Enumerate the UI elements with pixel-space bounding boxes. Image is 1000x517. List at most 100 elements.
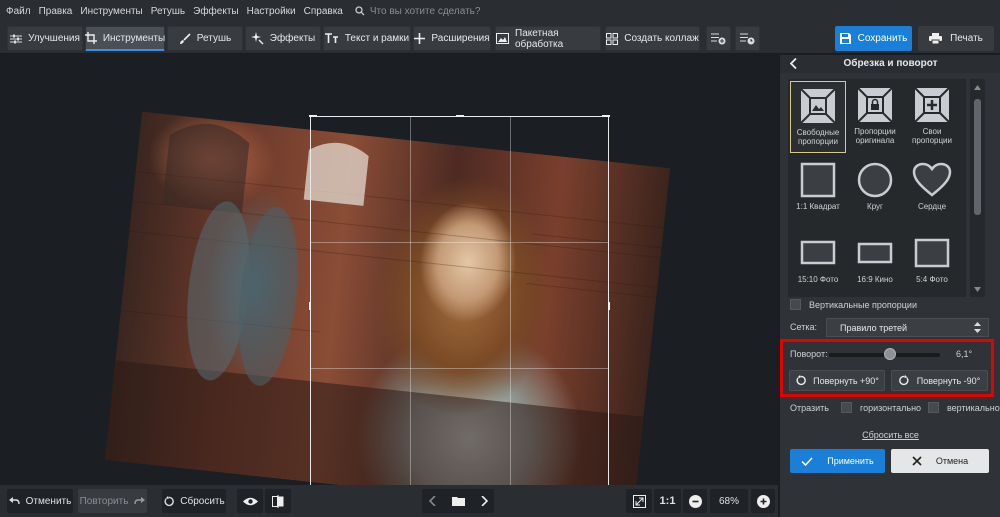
grid-select[interactable]: Правило третей [826, 318, 989, 337]
cancel-label: Отмена [935, 456, 969, 466]
rotate-minus-label: Повернуть -90° [916, 375, 981, 386]
crop-handle-left[interactable] [309, 302, 311, 310]
compare-icon [272, 494, 284, 508]
preset-label: Пропорции оригинала [854, 127, 896, 145]
flip-vertical-checkbox[interactable] [928, 402, 939, 413]
flip-horizontal-row: горизонтально [841, 402, 921, 413]
menu-settings[interactable]: Настройки [247, 6, 296, 17]
back-arrow-icon[interactable] [790, 58, 797, 69]
scroll-thumb[interactable] [974, 99, 981, 215]
scroll-down-icon[interactable] [970, 283, 985, 295]
crop-handle-tr[interactable] [602, 115, 610, 117]
bottom-bar: Отменить Повторить Сбросить 1:1 68% [0, 485, 778, 517]
presets-history-button[interactable] [735, 26, 760, 51]
apply-button[interactable]: Применить [790, 449, 885, 473]
flip-vertical-row: вертикально [928, 402, 1000, 413]
printer-icon [929, 33, 943, 44]
image-canvas[interactable] [0, 55, 778, 485]
save-button[interactable]: Сохранить [835, 26, 912, 51]
free-crop-icon [800, 88, 836, 124]
menu-file[interactable]: Файл [6, 6, 31, 17]
preset-label: 15:10 Фото [797, 275, 839, 284]
preset-16-9[interactable]: 16:9 Кино [847, 229, 903, 297]
crop-handle-top[interactable] [456, 115, 464, 117]
check-icon [801, 456, 813, 466]
menu-help[interactable]: Справка [304, 6, 343, 17]
zoom-level: 68% [710, 489, 748, 513]
brush-icon [179, 32, 191, 44]
undo-button[interactable]: Отменить [7, 489, 73, 513]
search-placeholder: Что вы хотите сделать? [369, 5, 481, 17]
preset-15-10[interactable]: 15:10 Фото [790, 229, 846, 297]
preset-label: Свои пропорции [912, 127, 952, 145]
rotate-minus-90-button[interactable]: Повернуть -90° [891, 370, 988, 391]
preset-5-4[interactable]: 5:4 Фото [904, 229, 960, 297]
zoom-out-button[interactable] [683, 489, 707, 513]
grid-line [510, 117, 511, 485]
rotate-ccw-icon [796, 375, 806, 386]
rect-16-9-icon [857, 242, 893, 264]
lock-crop-icon [857, 87, 893, 123]
redo-label: Повторить [79, 495, 129, 507]
actual-size-button[interactable]: 1:1 [654, 489, 681, 513]
tab-tools[interactable]: Инструменты [84, 26, 165, 51]
preset-original[interactable]: Пропорции оригинала [847, 81, 903, 153]
tab-collage[interactable]: Создать коллаж [605, 26, 700, 51]
reset-all-link[interactable]: Сбросить все [780, 430, 1000, 440]
print-button[interactable]: Печать [918, 26, 994, 51]
reset-button[interactable]: Сбросить [162, 489, 226, 513]
tab-text-frames-label: Текст и рамки [344, 33, 410, 44]
rotation-value: 6,1° [956, 349, 973, 359]
preset-label: 16:9 Кино [857, 275, 893, 284]
gallery-icon [496, 33, 509, 44]
panel-title: Обрезка и поворот [780, 55, 1000, 73]
close-icon [912, 456, 922, 466]
chevron-right-icon[interactable] [480, 496, 488, 506]
scroll-up-icon[interactable] [970, 81, 985, 93]
fit-screen-button[interactable] [626, 489, 652, 513]
reset-icon [164, 495, 175, 506]
zoom-in-button[interactable] [751, 489, 775, 513]
square-icon [800, 162, 836, 198]
sliders-clock-icon [740, 33, 755, 45]
redo-button[interactable]: Повторить [78, 489, 147, 513]
search-box[interactable]: Что вы хотите сделать? [355, 5, 481, 17]
preset-heart[interactable]: Сердце [904, 156, 960, 228]
file-navigator [422, 489, 494, 513]
crop-handle-right[interactable] [608, 302, 610, 310]
tab-effects-label: Эффекты [269, 33, 316, 44]
preview-eye-button[interactable] [237, 489, 263, 513]
presets-add-button[interactable] [706, 26, 731, 51]
preset-label: Сердце [917, 202, 947, 211]
folder-icon[interactable] [451, 496, 465, 506]
crop-frame[interactable] [309, 115, 610, 485]
grid-line [311, 242, 608, 243]
chevron-left-icon[interactable] [428, 496, 436, 506]
save-button-label: Сохранить [857, 33, 908, 44]
flip-horizontal-checkbox[interactable] [841, 402, 852, 413]
preset-label: Свободные пропорции [796, 128, 840, 146]
menu-edit[interactable]: Правка [39, 6, 73, 17]
tab-batch[interactable]: Пакетная обработка [495, 26, 601, 51]
compare-button[interactable] [265, 489, 291, 513]
menu-tools[interactable]: Инструменты [80, 6, 142, 17]
presets-scrollbar[interactable] [970, 79, 985, 297]
preset-custom[interactable]: Свои пропорции [904, 81, 960, 153]
preset-free[interactable]: Свободные пропорции [790, 81, 846, 153]
tab-extensions[interactable]: Расширения [413, 26, 491, 51]
tab-effects[interactable]: Эффекты [245, 26, 321, 51]
cancel-button[interactable]: Отмена [891, 449, 989, 473]
crop-rotate-panel: Обрезка и поворот Свободные пропорции Пр… [779, 55, 1000, 517]
rotate-plus-90-button[interactable]: Повернуть +90° [789, 370, 885, 391]
preset-square[interactable]: 1:1 Квадрат [790, 156, 846, 228]
preset-circle[interactable]: Круг [847, 156, 903, 228]
tab-text-frames[interactable]: Текст и рамки [323, 26, 411, 51]
tab-enhancements[interactable]: Улучшения [7, 26, 83, 51]
crop-handle-tl[interactable] [309, 115, 317, 117]
menu-retouch[interactable]: Ретушь [151, 6, 185, 17]
flip-label: Отразить [790, 403, 829, 413]
tab-retouch[interactable]: Ретушь [167, 26, 243, 51]
menu-effects[interactable]: Эффекты [193, 6, 238, 17]
vertical-proportions-checkbox[interactable] [790, 299, 801, 310]
rotation-slider-thumb[interactable] [884, 348, 897, 360]
